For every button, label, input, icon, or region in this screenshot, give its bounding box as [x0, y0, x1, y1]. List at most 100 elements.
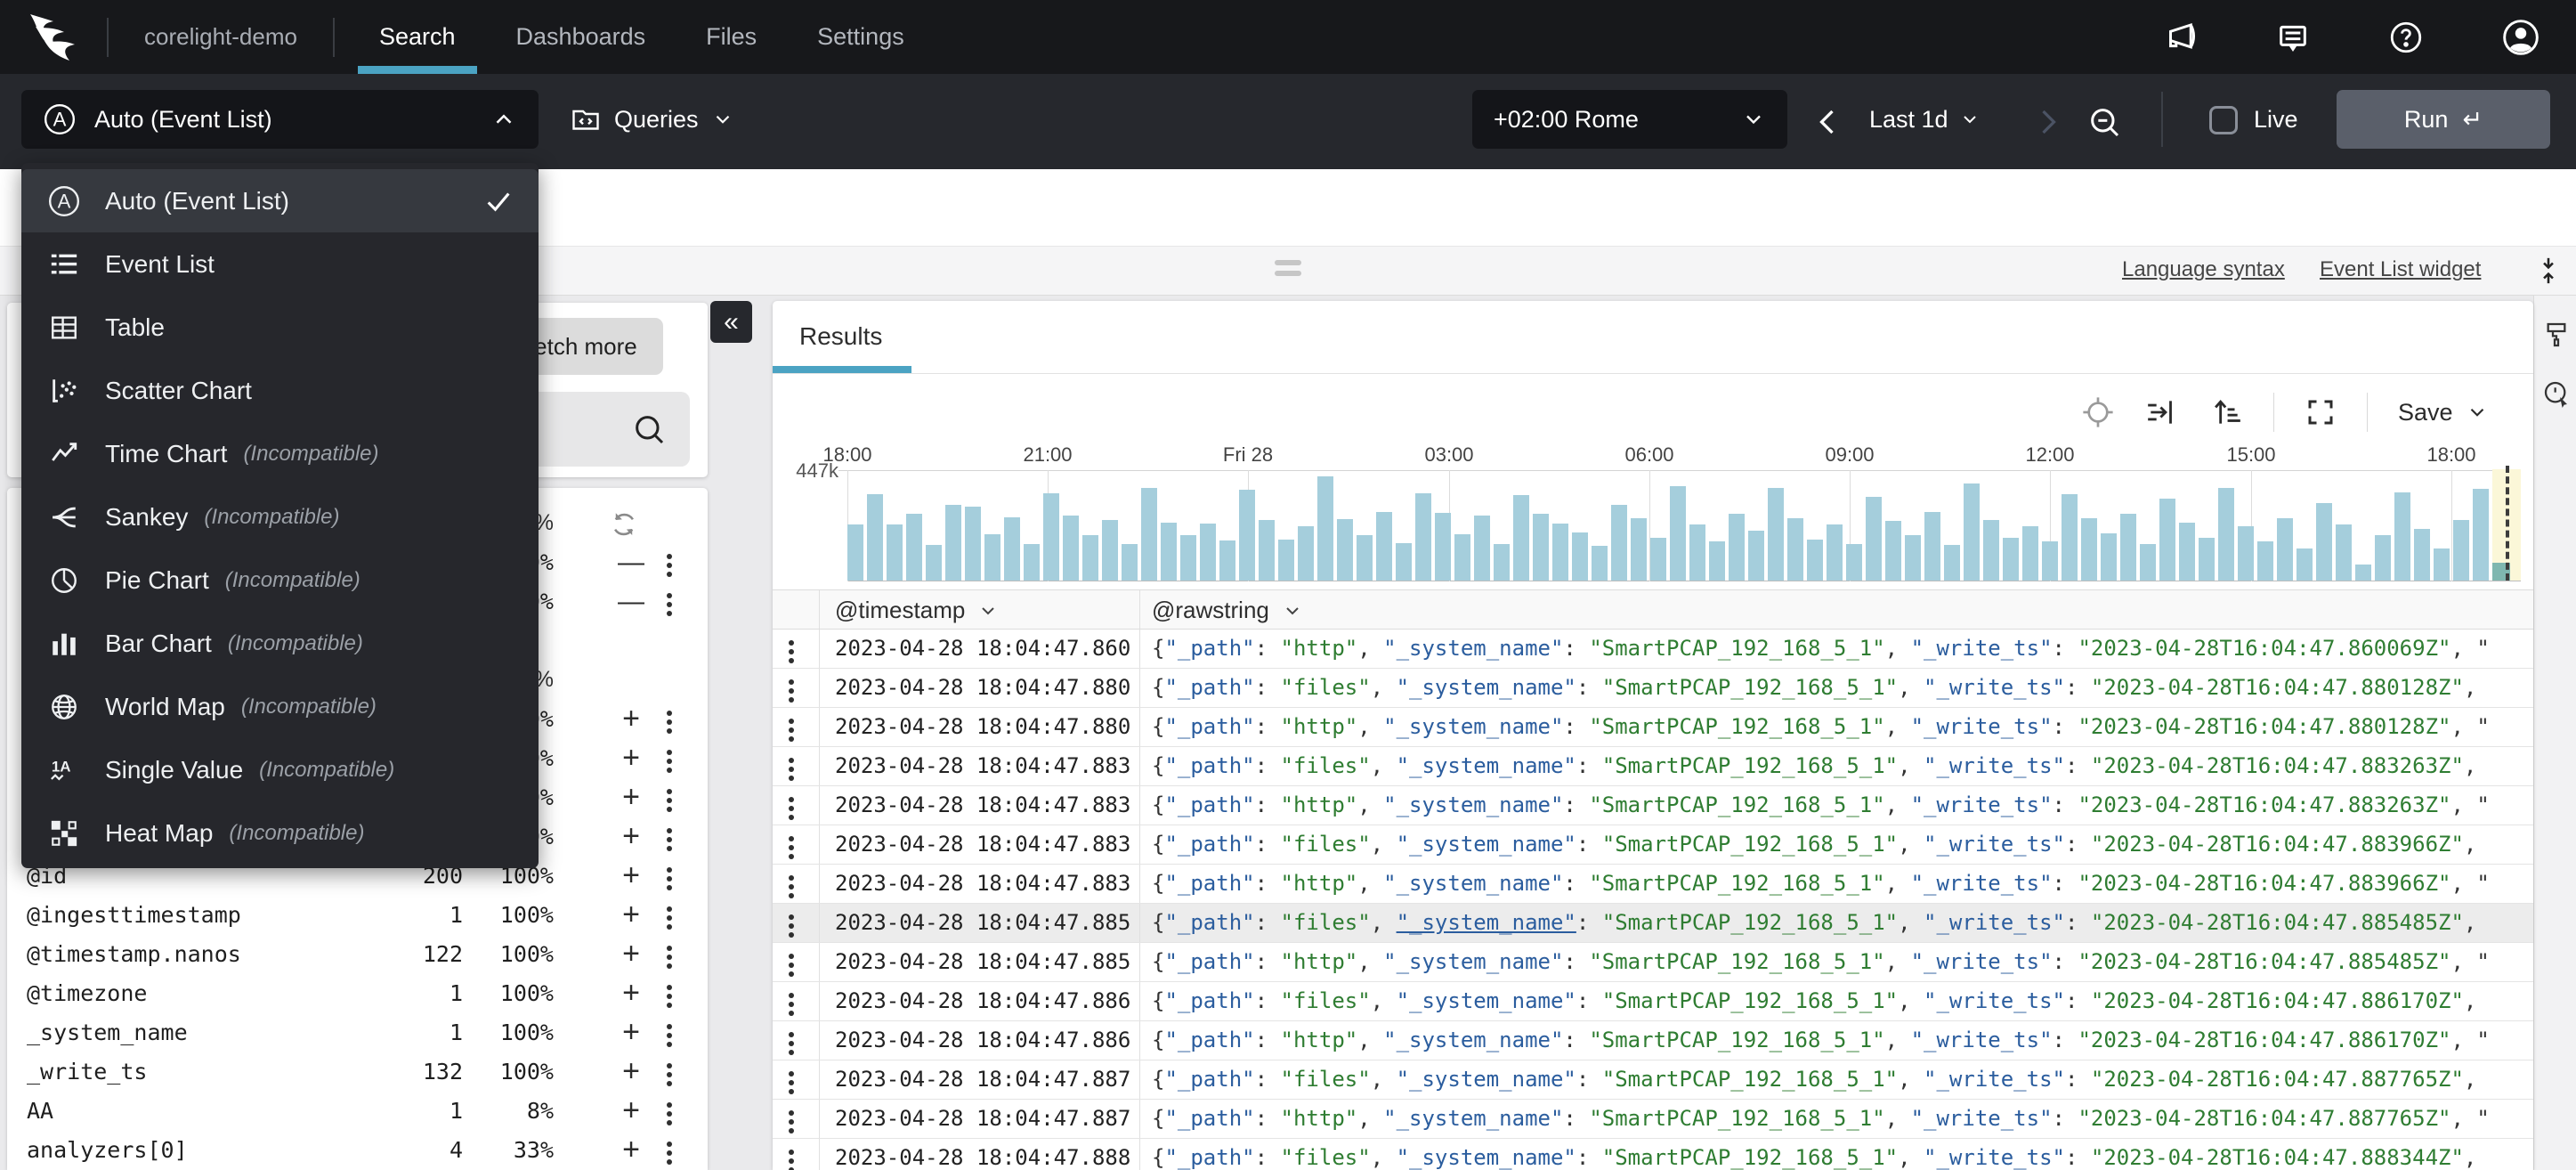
- histogram-bar[interactable]: [2297, 548, 2313, 581]
- histogram-bar[interactable]: [2257, 541, 2273, 581]
- row-menu-icon[interactable]: [789, 1107, 794, 1137]
- tab-results[interactable]: Results: [799, 322, 882, 351]
- histogram-bar[interactable]: [1122, 544, 1138, 581]
- histogram-bar[interactable]: [1964, 483, 1980, 581]
- histogram-bar[interactable]: [2414, 529, 2430, 581]
- event-row[interactable]: 2023-04-28 18:04:47.880 {"_path": "http",…: [773, 708, 2533, 747]
- histogram-bar[interactable]: [1905, 535, 1921, 581]
- histogram-bar[interactable]: [1004, 517, 1020, 581]
- histogram-bar[interactable]: [1317, 476, 1333, 581]
- histogram-bar[interactable]: [1611, 505, 1627, 581]
- histogram-bar[interactable]: [1924, 512, 1940, 581]
- row-menu-icon[interactable]: [789, 950, 794, 980]
- histogram-bar[interactable]: [2316, 503, 2332, 581]
- histogram-bar[interactable]: [1866, 497, 1882, 581]
- field-menu-icon[interactable]: [667, 1138, 672, 1168]
- menu-item-world-map[interactable]: World Map (Incompatible): [21, 675, 539, 738]
- column-header-timestamp[interactable]: @timestamp: [835, 597, 999, 624]
- histogram-bar[interactable]: [1141, 488, 1157, 581]
- histogram-bar[interactable]: [2199, 538, 2215, 581]
- histogram-bar[interactable]: [1592, 546, 1608, 581]
- histogram-bar[interactable]: [2101, 533, 2117, 581]
- queries-button[interactable]: Queries: [570, 90, 734, 149]
- histogram-bar[interactable]: [1278, 540, 1294, 581]
- add-field-button[interactable]: +: [617, 976, 645, 1011]
- add-field-button[interactable]: +: [617, 819, 645, 854]
- row-menu-icon[interactable]: [789, 989, 794, 1020]
- histogram-bar[interactable]: [1729, 514, 1745, 581]
- nav-tab-files[interactable]: Files: [701, 0, 762, 74]
- language-syntax-link[interactable]: Language syntax: [2122, 257, 2285, 282]
- current-bucket[interactable]: [2492, 466, 2521, 581]
- histogram-bar[interactable]: [1572, 532, 1588, 581]
- field-menu-icon[interactable]: [667, 864, 672, 894]
- sort-order-icon[interactable]: [2209, 395, 2243, 429]
- histogram-bar[interactable]: [1944, 545, 1960, 581]
- histogram-bar[interactable]: [1885, 521, 1901, 581]
- histogram-bar[interactable]: [2003, 538, 2019, 581]
- collapse-panel-button[interactable]: «: [710, 301, 752, 343]
- histogram-bar[interactable]: [1357, 535, 1373, 581]
- field-menu-icon[interactable]: [667, 903, 672, 933]
- field-menu-icon[interactable]: [667, 981, 672, 1012]
- row-menu-icon[interactable]: [789, 754, 794, 784]
- add-field-button[interactable]: +: [617, 1093, 645, 1128]
- field-menu-icon[interactable]: [667, 785, 672, 816]
- histogram-bar[interactable]: [2022, 526, 2038, 581]
- add-field-button[interactable]: +: [617, 702, 645, 736]
- menu-item-sankey[interactable]: Sankey (Incompatible): [21, 485, 539, 548]
- histogram-bar[interactable]: [1454, 534, 1470, 581]
- row-menu-icon[interactable]: [789, 793, 794, 824]
- event-row[interactable]: 2023-04-28 18:04:47.860 {"_path": "http",…: [773, 630, 2533, 669]
- row-menu-icon[interactable]: [789, 911, 794, 941]
- live-checkbox[interactable]: [2209, 106, 2238, 134]
- histogram-bar[interactable]: [1239, 490, 1255, 581]
- add-field-button[interactable]: +: [617, 937, 645, 971]
- menu-item-time-chart[interactable]: Time Chart (Incompatible): [21, 422, 539, 485]
- event-row[interactable]: 2023-04-28 18:04:47.886 {"_path": "http",…: [773, 1021, 2533, 1060]
- field-menu-icon[interactable]: [667, 1099, 672, 1129]
- field-menu-icon[interactable]: [667, 707, 672, 737]
- drag-handle[interactable]: [1275, 260, 1301, 281]
- org-name[interactable]: corelight-demo: [144, 23, 297, 51]
- run-button[interactable]: Run ↵: [2337, 90, 2550, 149]
- inspect-search-icon[interactable]: [2542, 379, 2571, 408]
- menu-item-table[interactable]: Table: [21, 296, 539, 359]
- histogram-bar[interactable]: [1670, 486, 1686, 581]
- save-button[interactable]: Save: [2398, 399, 2489, 427]
- histogram-bar[interactable]: [1513, 495, 1529, 581]
- histogram-bar[interactable]: [1337, 519, 1353, 581]
- add-field-button[interactable]: +: [617, 780, 645, 815]
- event-row[interactable]: 2023-04-28 18:04:47.887 {"_path": "files"…: [773, 1060, 2533, 1100]
- field-menu-icon[interactable]: [667, 1060, 672, 1090]
- histogram-bar[interactable]: [1768, 488, 1784, 581]
- next-range-button[interactable]: [2031, 106, 2063, 138]
- event-row[interactable]: 2023-04-28 18:04:47.885 {"_path": "http",…: [773, 943, 2533, 982]
- histogram-bar[interactable]: [926, 545, 942, 581]
- histogram-bar[interactable]: [1983, 520, 1999, 581]
- histogram-bar[interactable]: [1827, 524, 1843, 581]
- menu-item-bar-chart[interactable]: Bar Chart (Incompatible): [21, 612, 539, 675]
- field-menu-icon[interactable]: [667, 942, 672, 972]
- histogram-bar[interactable]: [2218, 488, 2234, 581]
- menu-item-pie-chart[interactable]: Pie Chart (Incompatible): [21, 548, 539, 612]
- time-range-selector[interactable]: Last 1d: [1869, 90, 1981, 149]
- add-field-button[interactable]: +: [617, 898, 645, 932]
- histogram-bar[interactable]: [2394, 492, 2410, 581]
- remove-field-button[interactable]: —: [613, 587, 649, 617]
- histogram-bar[interactable]: [1846, 544, 1862, 581]
- field-menu-icon[interactable]: [667, 589, 672, 620]
- histogram-bar[interactable]: [1748, 531, 1764, 581]
- add-field-button[interactable]: +: [617, 741, 645, 776]
- histogram-bar[interactable]: [1650, 538, 1666, 581]
- histogram-bar[interactable]: [906, 514, 922, 581]
- histogram-bar[interactable]: [1474, 516, 1490, 581]
- histogram-bar[interactable]: [1180, 535, 1196, 581]
- add-field-button[interactable]: +: [617, 1015, 645, 1050]
- histogram-bar[interactable]: [1689, 524, 1705, 581]
- histogram-bar[interactable]: [2277, 518, 2293, 581]
- histogram-bar[interactable]: [1807, 540, 1823, 581]
- menu-item-scatter-chart[interactable]: Scatter Chart: [21, 359, 539, 422]
- histogram-bar[interactable]: [2042, 541, 2058, 581]
- histogram-bar[interactable]: [1376, 512, 1392, 581]
